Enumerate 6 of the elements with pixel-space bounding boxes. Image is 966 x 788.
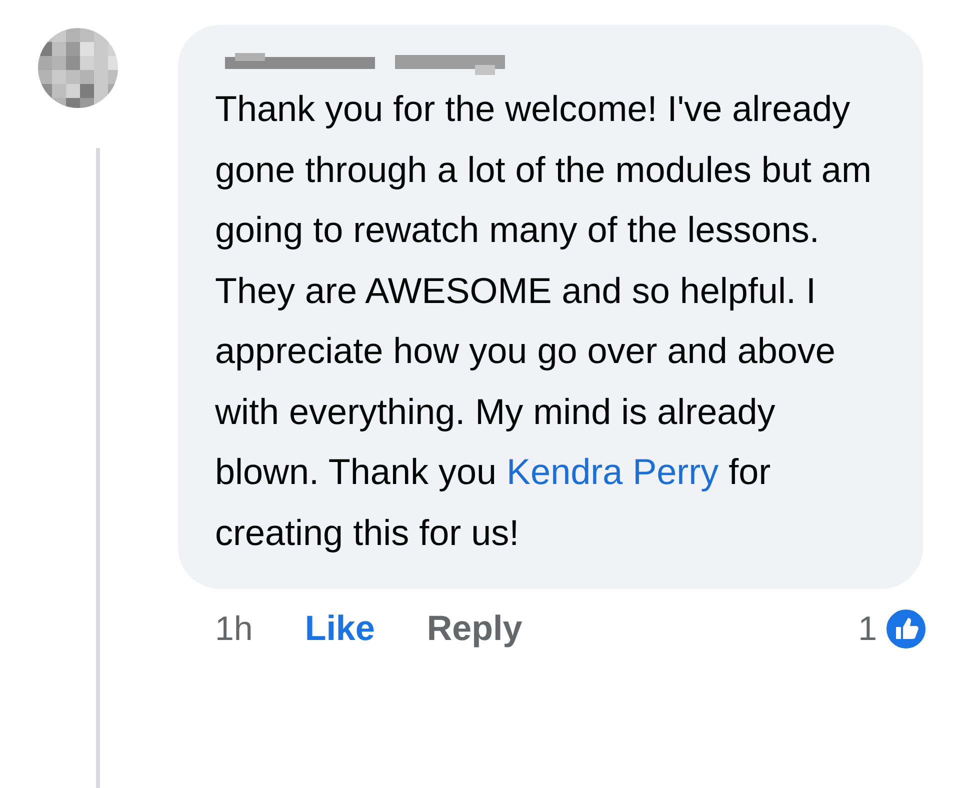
like-link[interactable]: Like xyxy=(304,609,375,649)
comment-text: Thank you for the welcome! I've already gone through a lot of the modules but am going to rewatch many of the lessons. They are AWESOME and so helpful. I appreciate how you go over and above with everything. My mind is already blown. Thank you Kendra Perry for creating this for us! xyxy=(215,87,872,554)
mention-link[interactable]: Kendra Perry xyxy=(506,451,719,492)
reply-link[interactable]: Reply xyxy=(426,609,522,649)
reaction-count: 1 xyxy=(858,610,877,648)
timestamp: 1h xyxy=(215,610,253,648)
